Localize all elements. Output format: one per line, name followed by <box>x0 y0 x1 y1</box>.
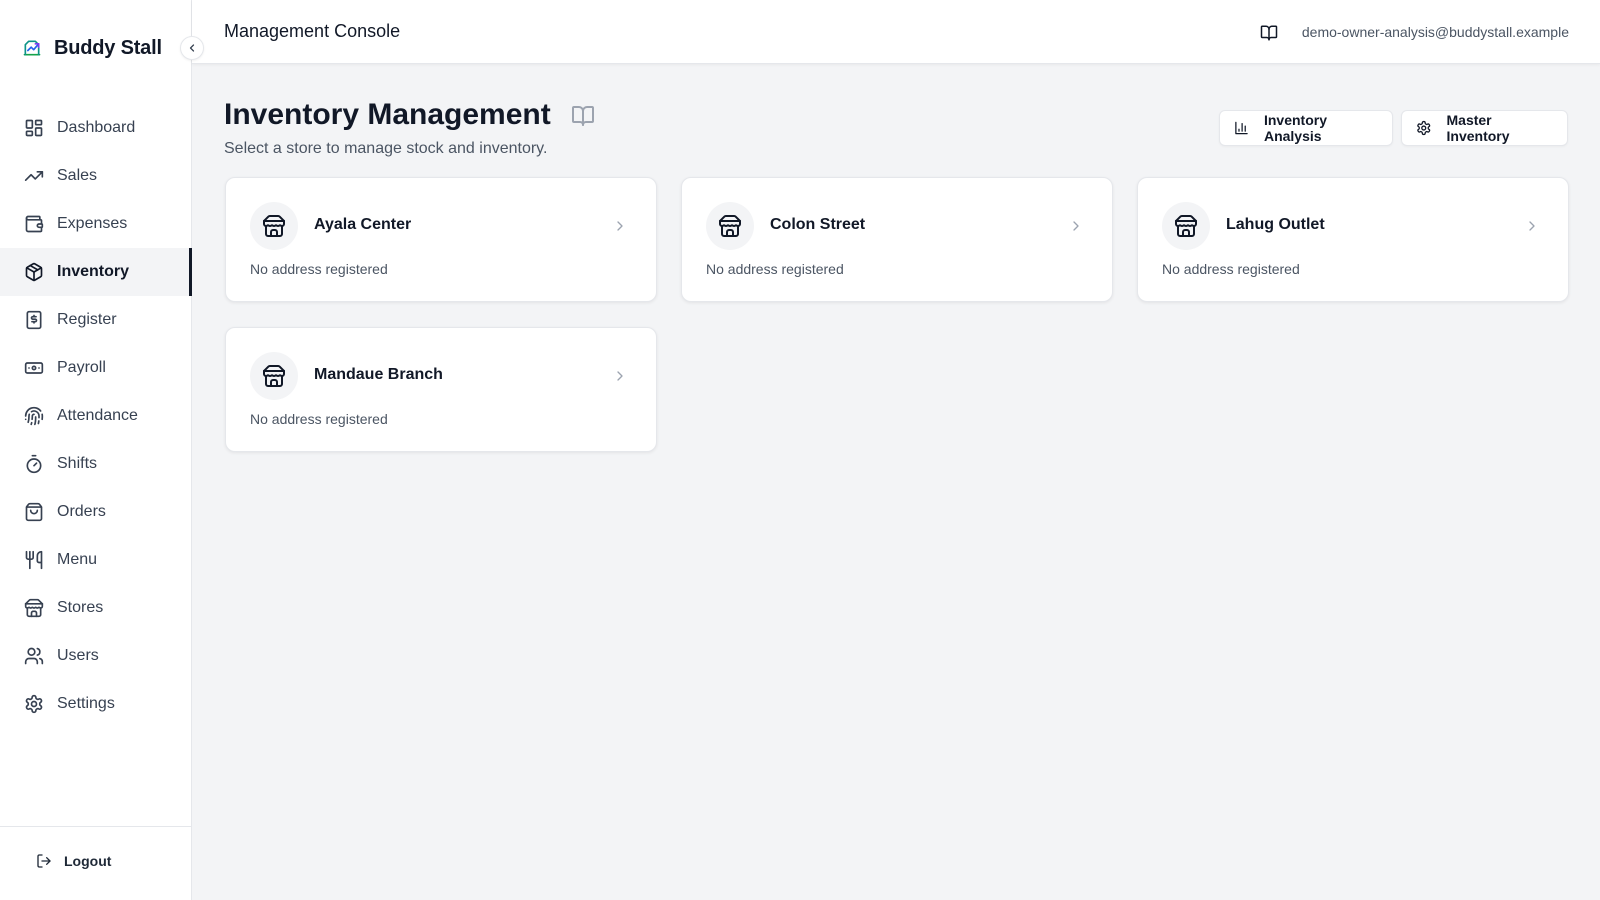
gear-icon <box>25 694 43 714</box>
sidebar-item-attendance[interactable]: Attendance <box>0 392 192 440</box>
sidebar-item-users[interactable]: Users <box>0 632 192 680</box>
sidebar-item-label: Shifts <box>57 455 98 472</box>
users-icon <box>24 647 44 665</box>
brand-name: Buddy Stall <box>54 36 162 59</box>
store-name: Lahug Outlet <box>1226 216 1325 233</box>
sidebar-item-label: Menu <box>57 551 98 568</box>
sidebar-item-register[interactable]: Register <box>0 296 192 344</box>
store-address: No address registered <box>250 261 388 277</box>
user-email[interactable]: demo-owner-analysis@buddystall.example <box>1302 24 1569 40</box>
brand-logo-icon <box>23 40 41 56</box>
chevron-right-icon <box>617 221 623 231</box>
sidebar-item-dashboard[interactable]: Dashboard <box>0 104 192 152</box>
page-title: Inventory Management <box>224 98 551 131</box>
store-name: Colon Street <box>770 216 866 233</box>
page-subtitle: Select a store to manage stock and inven… <box>224 140 548 157</box>
store-address: No address registered <box>706 261 844 277</box>
sidebar-item-label: Settings <box>57 695 115 712</box>
store-avatar <box>250 352 298 400</box>
dashboard-icon <box>25 119 43 137</box>
book-open-icon[interactable] <box>1260 24 1278 42</box>
shopping-bag-icon <box>25 502 43 522</box>
logout-icon <box>37 854 51 868</box>
store-icon <box>263 214 285 237</box>
utensils-icon <box>25 550 43 570</box>
master-inventory-button[interactable]: Master Inventory <box>1401 110 1568 146</box>
sidebar-item-label: Payroll <box>57 359 106 376</box>
sidebar-item-menu[interactable]: Menu <box>0 536 192 584</box>
inventory-analysis-label: Inventory Analysis <box>1263 112 1327 144</box>
timer-icon <box>26 454 42 474</box>
fingerprint-icon <box>24 406 44 426</box>
logout-button[interactable]: Logout <box>36 853 111 869</box>
chevron-right-icon <box>617 371 623 381</box>
store-address: No address registered <box>1162 261 1300 277</box>
store-avatar <box>1162 202 1210 250</box>
store-icon <box>719 214 741 237</box>
chevron-left-icon <box>189 44 195 52</box>
sidebar-nav: Dashboard Sales Expenses Inventory Regis… <box>0 104 192 728</box>
gear-icon <box>1417 120 1431 136</box>
sidebar-item-settings[interactable]: Settings <box>0 680 192 728</box>
sidebar-item-label: Attendance <box>57 407 138 424</box>
sidebar-item-label: Users <box>57 647 99 664</box>
chevron-right-icon <box>1529 221 1535 231</box>
sidebar-item-label: Register <box>57 311 117 328</box>
sidebar-item-label: Expenses <box>57 215 128 232</box>
store-name: Ayala Center <box>314 216 412 233</box>
store-icon <box>24 598 44 618</box>
sidebar: Buddy Stall Dashboard Sales Expenses Inv… <box>0 0 192 900</box>
sidebar-collapse-button[interactable] <box>180 36 204 60</box>
sidebar-item-orders[interactable]: Orders <box>0 488 192 536</box>
sidebar-item-payroll[interactable]: Payroll <box>0 344 192 392</box>
master-inventory-label: Master Inventory <box>1446 112 1510 144</box>
package-icon <box>25 262 43 282</box>
sidebar-item-label: Sales <box>57 167 98 184</box>
sidebar-item-expenses[interactable]: Expenses <box>0 200 192 248</box>
header-title: Management Console <box>224 21 401 41</box>
store-card-mandaue-branch[interactable]: Mandaue Branch No address registered <box>225 327 657 452</box>
sidebar-item-label: Dashboard <box>57 119 136 136</box>
book-open-icon[interactable] <box>571 104 595 128</box>
brand[interactable]: Buddy Stall <box>22 36 162 60</box>
sidebar-item-label: Stores <box>57 599 104 616</box>
sidebar-item-inventory[interactable]: Inventory <box>0 248 192 296</box>
bar-chart-icon <box>1235 121 1248 135</box>
store-name: Mandaue Branch <box>314 366 443 383</box>
store-icon <box>1175 214 1197 237</box>
sidebar-item-label: Orders <box>57 503 106 520</box>
store-avatar <box>250 202 298 250</box>
wallet-icon <box>25 215 44 233</box>
store-address: No address registered <box>250 411 388 427</box>
sidebar-item-stores[interactable]: Stores <box>0 584 192 632</box>
top-header: Management Console demo-owner-analysis@b… <box>192 0 1600 64</box>
receipt-icon <box>26 310 42 330</box>
trending-up-icon <box>24 171 44 181</box>
sidebar-item-shifts[interactable]: Shifts <box>0 440 192 488</box>
store-card-colon-street[interactable]: Colon Street No address registered <box>681 177 1113 302</box>
sidebar-item-sales[interactable]: Sales <box>0 152 192 200</box>
chevron-right-icon <box>1073 221 1079 231</box>
store-avatar <box>706 202 754 250</box>
sidebar-footer: Logout <box>0 826 192 900</box>
store-icon <box>263 364 285 387</box>
inventory-analysis-button[interactable]: Inventory Analysis <box>1219 110 1393 146</box>
sidebar-item-label: Inventory <box>57 263 130 280</box>
store-card-ayala-center[interactable]: Ayala Center No address registered <box>225 177 657 302</box>
logout-label: Logout <box>64 853 112 869</box>
store-card-lahug-outlet[interactable]: Lahug Outlet No address registered <box>1137 177 1569 302</box>
banknote-icon <box>24 362 44 374</box>
